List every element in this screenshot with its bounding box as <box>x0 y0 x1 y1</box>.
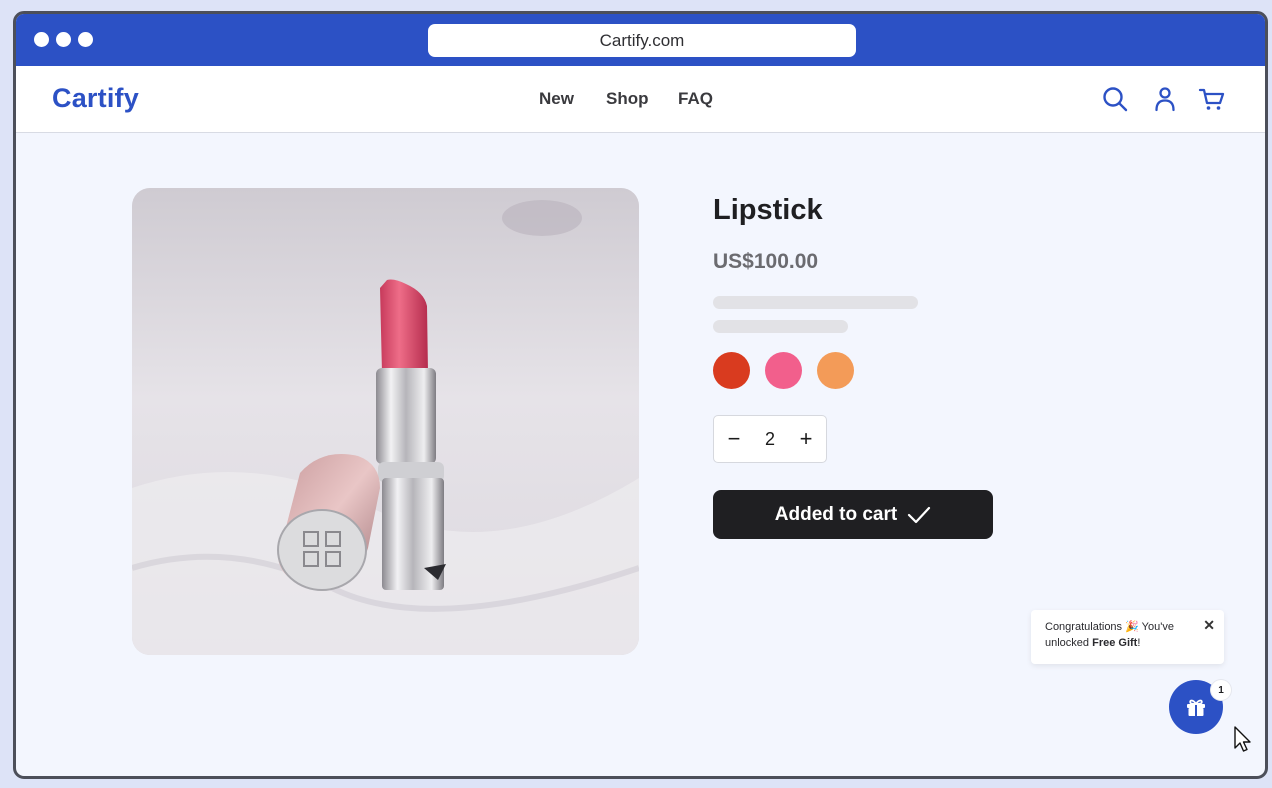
description-placeholder-line <box>713 320 848 333</box>
lipstick-photo <box>132 188 639 655</box>
checkmark-icon <box>908 506 931 523</box>
product-image <box>132 188 639 655</box>
increment-button[interactable]: + <box>788 416 824 462</box>
address-bar[interactable]: Cartify.com <box>428 24 856 57</box>
add-to-cart-label: Added to cart <box>774 503 898 525</box>
gift-notification-toast: Congratulations 🎉 You've unlocked Free G… <box>1031 610 1224 664</box>
cart-icon[interactable] <box>1198 85 1226 113</box>
product-price: US$100.00 <box>713 250 819 273</box>
color-swatch-red[interactable] <box>713 352 750 389</box>
nav-link-new[interactable]: New <box>539 89 574 109</box>
user-icon[interactable] <box>1151 85 1179 113</box>
window-minimize-dot[interactable] <box>56 32 71 47</box>
gift-icon <box>1187 699 1205 716</box>
window-maximize-dot[interactable] <box>78 32 93 47</box>
window-close-dot[interactable] <box>34 32 49 47</box>
toast-text-start: Congratulations <box>1045 621 1123 633</box>
gift-count-badge: 1 <box>1211 680 1231 700</box>
quantity-stepper: − 2 + <box>713 415 827 463</box>
toast-highlight: Free Gift <box>1092 637 1138 649</box>
toast-close-icon[interactable]: ✕ <box>1203 617 1215 633</box>
toast-text-end: ! <box>1137 637 1141 649</box>
address-bar-url: Cartify.com <box>599 30 685 50</box>
nav-link-faq[interactable]: FAQ <box>678 89 713 109</box>
browser-window: Cartify.com Cartify New Shop FAQ Lipstic… <box>13 11 1268 779</box>
site-logo[interactable]: Cartify <box>52 83 139 114</box>
search-icon[interactable] <box>1101 85 1129 113</box>
quantity-value[interactable]: 2 <box>752 416 788 462</box>
color-swatch-pink[interactable] <box>765 352 802 389</box>
add-to-cart-button[interactable]: Added to cart <box>713 490 993 539</box>
product-title: Lipstick <box>713 194 823 226</box>
description-placeholder-line <box>713 296 918 309</box>
party-popper-icon: 🎉 <box>1125 621 1139 633</box>
site-header: Cartify New Shop FAQ <box>16 66 1265 133</box>
browser-titlebar: Cartify.com <box>16 14 1265 66</box>
mouse-cursor-icon <box>1234 726 1251 752</box>
color-swatch-orange[interactable] <box>817 352 854 389</box>
decrement-button[interactable]: − <box>716 416 752 462</box>
nav-link-shop[interactable]: Shop <box>606 89 649 109</box>
